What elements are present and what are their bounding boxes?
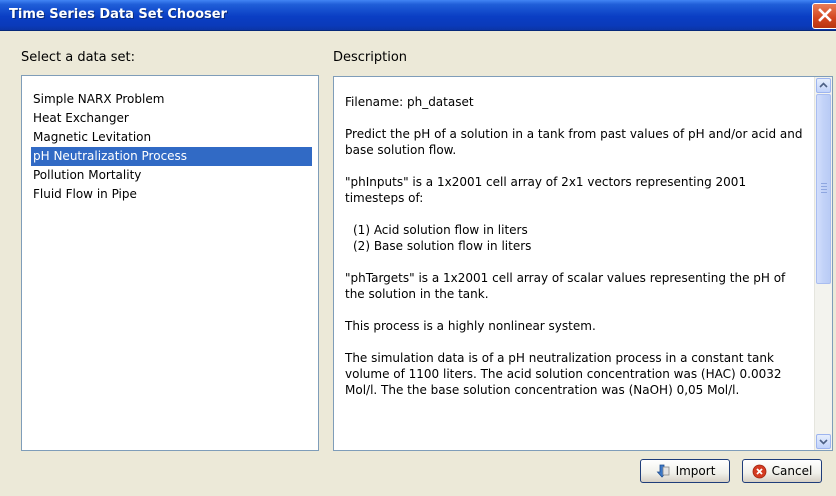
list-item-selected[interactable]: pH Neutralization Process [31, 147, 312, 166]
chevron-down-icon [819, 439, 828, 445]
list-item[interactable]: Heat Exchanger [31, 109, 307, 128]
window-title: Time Series Data Set Chooser [9, 7, 227, 22]
dataset-list-label: Select a data set: [21, 50, 135, 65]
description-label: Description [333, 50, 408, 65]
scroll-up-button[interactable] [816, 78, 831, 93]
input-item: (1) Acid solution flow in liters [353, 223, 528, 237]
chevron-up-icon [819, 82, 828, 88]
import-button[interactable]: Import [640, 459, 730, 483]
dataset-list[interactable]: Simple NARX Problem Heat Exchanger Magne… [21, 75, 319, 451]
description-paragraph: The simulation data is of a pH neutraliz… [345, 351, 782, 397]
description-paragraph: "phTargets" is a 1x2001 cell array of sc… [345, 271, 786, 301]
cancel-button[interactable]: Cancel [742, 459, 822, 483]
import-icon [656, 464, 669, 478]
cancel-icon [752, 464, 767, 478]
title-bar[interactable]: Time Series Data Set Chooser [0, 0, 836, 31]
vertical-scrollbar[interactable] [814, 77, 832, 450]
filename-text: Filename: ph_dataset [345, 95, 474, 109]
dialog-window: Time Series Data Set Chooser Select a da… [0, 0, 836, 496]
list-item[interactable]: Magnetic Levitation [31, 128, 307, 147]
list-item[interactable]: Pollution Mortality [31, 166, 307, 185]
close-button[interactable] [812, 3, 836, 29]
description-paragraph: Predict the pH of a solution in a tank f… [345, 127, 803, 157]
input-item: (2) Base solution flow in liters [353, 239, 532, 253]
scroll-down-button[interactable] [816, 434, 831, 449]
description-text: Filename: ph_dataset Predict the pH of a… [345, 94, 805, 398]
import-button-label: Import [675, 464, 716, 478]
description-paragraph: "phInputs" is a 1x2001 cell array of 2x1… [345, 175, 747, 205]
close-icon [818, 8, 832, 22]
description-panel: Filename: ph_dataset Predict the pH of a… [333, 76, 833, 451]
description-paragraph: This process is a highly nonlinear syste… [345, 319, 596, 333]
cancel-button-label: Cancel [771, 464, 813, 478]
list-item[interactable]: Simple NARX Problem [31, 90, 307, 109]
scroll-thumb[interactable] [816, 94, 831, 284]
list-item[interactable]: Fluid Flow in Pipe [31, 185, 307, 204]
